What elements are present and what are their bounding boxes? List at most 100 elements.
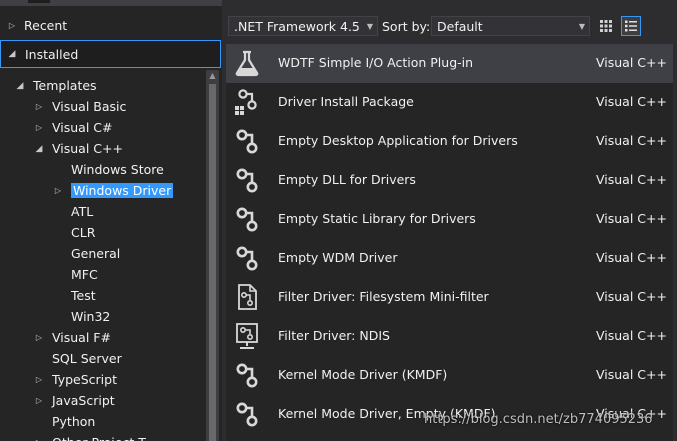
template-language: Visual C++ (596, 211, 667, 226)
scroll-up-icon[interactable]: ▲ (206, 70, 219, 82)
template-toolbar: .NET Framework 4.5 ▼ Sort by: Default ▼ (222, 14, 677, 40)
driver-icon (232, 360, 262, 390)
tree-item[interactable]: CLR (0, 222, 206, 243)
grid-view-icon (600, 20, 612, 32)
tree-item[interactable]: SQL Server (0, 348, 206, 369)
tree-item[interactable]: MFC (0, 264, 206, 285)
recent-label: Recent (24, 17, 68, 33)
tree-item-label: Templates (33, 78, 97, 93)
template-row[interactable]: Empty WDM Driver Visual C++ (226, 239, 673, 278)
expand-arrow-icon[interactable]: ▷ (52, 186, 64, 195)
tree-item[interactable]: Windows Store (0, 159, 206, 180)
driver-icon (232, 243, 262, 273)
sort-select[interactable]: Default ▼ (431, 16, 590, 36)
tree-item[interactable]: ▷ Visual Basic (0, 96, 206, 117)
installed-node[interactable]: ◢ Installed (0, 40, 221, 68)
expand-arrow-icon[interactable]: ▷ (33, 396, 45, 405)
template-language: Visual C++ (596, 250, 667, 265)
tree-item[interactable]: ◢ Visual C++ (0, 138, 206, 159)
tree-item[interactable]: ▷ Visual F# (0, 327, 206, 348)
template-row[interactable]: Empty DLL for Drivers Visual C++ (226, 161, 673, 200)
template-row[interactable]: Kernel Mode Driver (KMDF) Visual C++ (226, 356, 673, 395)
tree-item[interactable]: ◢ Templates (0, 75, 206, 96)
filter-document-icon (232, 282, 262, 312)
template-language: Visual C++ (596, 289, 667, 304)
expand-arrow-icon[interactable]: ▷ (33, 102, 45, 111)
template-row[interactable]: Empty Static Library for Drivers Visual C… (226, 200, 673, 239)
tree-item-label: Visual C# (52, 120, 113, 135)
recent-node[interactable]: ▷ Recent (0, 14, 222, 36)
tree-item-label: Visual Basic (52, 99, 127, 114)
tree-item[interactable]: ▷ TypeScript (0, 369, 206, 390)
framework-value: .NET Framework 4.5 (234, 18, 360, 34)
driver-package-icon (232, 87, 262, 117)
sort-by-label: Sort by: (382, 19, 431, 34)
tree-item[interactable]: Test (0, 285, 206, 306)
template-row[interactable]: Filter Driver: NDIS Visual C++ (226, 317, 673, 356)
expand-arrow-icon[interactable]: ▷ (33, 333, 45, 342)
tree-item[interactable]: General (0, 243, 206, 264)
list-view-button[interactable] (621, 16, 641, 36)
driver-icon (232, 165, 262, 195)
top-strip (0, 0, 222, 6)
driver-icon (232, 126, 262, 156)
tree-item-label: General (71, 246, 121, 261)
collapse-arrow-icon[interactable]: ◢ (14, 81, 26, 91)
template-language: Visual C++ (596, 55, 667, 70)
tree-item-label: Python (52, 414, 96, 429)
expand-arrow-icon[interactable]: ▷ (33, 123, 45, 132)
template-row[interactable]: WDTF Simple I/O Action Plug-in Visual C++ (226, 44, 673, 83)
tree-item-label: Test (71, 288, 96, 303)
expand-arrow-icon[interactable]: ▷ (6, 21, 18, 30)
tree-item[interactable]: ▷ JavaScript (0, 390, 206, 411)
sort-value: Default (437, 18, 483, 34)
tree-item-label: Win32 (71, 309, 111, 324)
tree-item[interactable]: Win32 (0, 306, 206, 327)
template-tree: ◢ Templates ▷ Visual Basic ▷ Visual C# ◢ Visual… (0, 75, 206, 441)
tree-item[interactable]: ▷Other Project T (0, 432, 206, 441)
small-icons-view-button[interactable] (596, 16, 616, 36)
new-project-dialog: ▷ Recent ◢ Installed ◢ Templates ▷ Visual B… (0, 0, 677, 441)
tree-item-label: MFC (71, 267, 98, 282)
expand-arrow-icon[interactable]: ▷ (33, 375, 45, 384)
template-language: Visual C++ (596, 133, 667, 148)
template-name: Kernel Mode Driver (KMDF) (278, 367, 448, 382)
template-name: Empty DLL for Drivers (278, 172, 416, 187)
template-row[interactable]: Empty Desktop Application for Drivers Vis… (226, 122, 673, 161)
tree-item[interactable]: ▷ Visual C# (0, 117, 206, 138)
driver-icon (232, 399, 262, 429)
tree-item-label: Visual F# (52, 330, 111, 345)
tree-item-label: TypeScript (52, 372, 117, 387)
template-language: Visual C++ (596, 328, 667, 343)
chevron-down-icon: ▼ (366, 21, 374, 31)
list-view-icon (625, 20, 637, 32)
network-filter-icon (232, 321, 262, 351)
template-row[interactable]: Driver Install Package Visual C++ (226, 83, 673, 122)
tree-item-label: Other Project T (52, 435, 146, 441)
template-name: Filter Driver: NDIS (278, 328, 390, 343)
tree-item[interactable]: Python (0, 411, 206, 432)
tree-scrollbar[interactable]: ▲ (206, 70, 219, 441)
flask-icon (232, 48, 262, 78)
template-name: Filter Driver: Filesystem Mini-filter (278, 289, 489, 304)
framework-select[interactable]: .NET Framework 4.5 ▼ (228, 16, 378, 36)
template-name: Driver Install Package (278, 94, 414, 109)
template-row[interactable]: Filter Driver: Filesystem Mini-filter Vis… (226, 278, 673, 317)
tree-item[interactable]: ▷ Windows Driver (0, 180, 206, 201)
tree-item[interactable]: ATL (0, 201, 206, 222)
collapse-arrow-icon[interactable]: ◢ (6, 49, 18, 59)
tree-item-label: Windows Driver (71, 183, 174, 198)
template-list: WDTF Simple I/O Action Plug-in Visual C++… (226, 44, 673, 441)
tree-item-label: Windows Store (71, 162, 164, 177)
template-name: Empty WDM Driver (278, 250, 398, 265)
scroll-thumb[interactable] (209, 84, 216, 441)
collapse-arrow-icon[interactable]: ◢ (33, 144, 45, 154)
template-language: Visual C++ (596, 94, 667, 109)
tree-item-label: SQL Server (52, 351, 122, 366)
template-categories-pane: ▷ Recent ◢ Installed ◢ Templates ▷ Visual B… (0, 0, 222, 441)
template-language: Visual C++ (596, 367, 667, 382)
template-language: Visual C++ (596, 172, 667, 187)
template-name: WDTF Simple I/O Action Plug-in (278, 55, 474, 70)
watermark-text: https://blog.csdn.net/zb774095236 (424, 412, 653, 427)
installed-label: Installed (25, 46, 79, 62)
